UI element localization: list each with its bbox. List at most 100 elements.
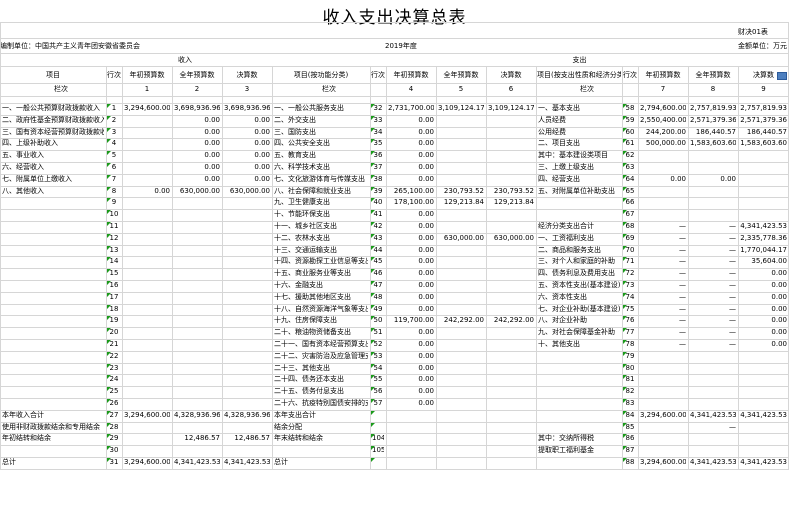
table-cell: 2,757,819.93 xyxy=(690,104,736,112)
table-cell xyxy=(438,446,484,456)
table-cell: 0.00 xyxy=(418,269,434,278)
cell-marker xyxy=(107,375,111,380)
table-cell xyxy=(2,305,104,315)
table-cell xyxy=(224,423,270,433)
table-cell xyxy=(740,399,787,409)
table-cell xyxy=(488,163,534,173)
table-cell: 五、事业收入 xyxy=(2,151,44,160)
cell-marker xyxy=(107,410,111,415)
grid-line xyxy=(172,66,173,469)
table-cell: 七、附属单位上缴收入 xyxy=(2,174,72,183)
table-cell: 630,000.00 xyxy=(443,233,484,242)
table-cell: 七、文化旅游体育与传媒支出 xyxy=(274,174,365,183)
table-cell xyxy=(124,128,170,138)
table-cell: — xyxy=(729,257,736,266)
table-cell xyxy=(488,246,534,256)
table-cell xyxy=(2,328,104,338)
table-cell: 0.00 xyxy=(670,174,686,183)
table-cell xyxy=(224,316,270,326)
cell-marker xyxy=(623,269,627,274)
table-cell xyxy=(438,222,484,232)
table-cell xyxy=(124,364,170,374)
cell-marker xyxy=(371,340,375,344)
table-cell: 4,341,423.53 xyxy=(740,410,787,419)
table-cell: 十、节能环保支出 xyxy=(274,210,330,219)
table-cell xyxy=(640,198,686,208)
table-cell xyxy=(224,269,270,279)
table-cell xyxy=(488,446,534,456)
table-cell xyxy=(174,281,220,291)
column-header: 全年预算数 xyxy=(179,71,215,79)
table-cell xyxy=(388,434,434,444)
table-cell xyxy=(2,293,104,303)
cell-marker xyxy=(107,210,111,215)
table-cell xyxy=(124,151,170,161)
table-cell xyxy=(438,246,484,256)
table-cell xyxy=(224,399,270,409)
table-cell: 1,583,603.60 xyxy=(740,139,787,148)
table-cell xyxy=(224,340,270,350)
table-cell xyxy=(388,411,434,421)
table-cell xyxy=(740,375,787,385)
cell-marker xyxy=(623,222,627,226)
table-cell: 一、一般公共预算财政拨款收入 xyxy=(2,104,100,112)
table-cell: 十一、城乡社区支出 xyxy=(274,222,337,230)
table-cell: 二十、粮油物资储备支出 xyxy=(274,328,351,337)
cell-marker xyxy=(371,269,375,274)
table-cell xyxy=(438,175,484,185)
table-cell: 2,335,778.36 xyxy=(740,233,787,242)
table-cell: 提取职工福利基金 xyxy=(538,446,594,455)
table-cell: 0.00 xyxy=(418,328,434,337)
table-cell xyxy=(174,352,220,362)
table-cell: 六、资本性支出 xyxy=(538,292,587,301)
table-cell: — xyxy=(729,233,736,242)
table-cell xyxy=(538,411,620,421)
table-cell: 二十六、抗疫特别国债安排的支出 xyxy=(274,399,368,407)
table-cell xyxy=(438,139,484,149)
currency-label: 金额单位：万元 xyxy=(738,42,787,50)
cell-marker xyxy=(623,163,627,167)
table-cell xyxy=(174,269,220,279)
column-header: 年初预算数 xyxy=(129,71,165,79)
cell-marker xyxy=(623,434,627,439)
table-cell: 0.00 xyxy=(204,127,220,136)
table-cell: 500,000.00 xyxy=(645,139,686,148)
cell-marker xyxy=(107,328,111,333)
cell-marker xyxy=(107,104,111,108)
grid-line xyxy=(370,66,371,469)
cell-marker xyxy=(107,233,111,238)
table-cell: 4,341,423.53 xyxy=(740,458,787,466)
table-cell xyxy=(124,246,170,256)
table-cell xyxy=(488,257,534,267)
cell-marker xyxy=(371,257,375,262)
table-cell xyxy=(2,352,104,362)
table-cell xyxy=(438,340,484,350)
table-cell: 4,341,423.53 xyxy=(740,222,787,230)
table-cell xyxy=(690,151,736,161)
table-cell: 0.00 xyxy=(418,281,434,289)
table-cell xyxy=(488,423,534,433)
table-cell xyxy=(124,352,170,362)
cell-marker xyxy=(623,127,627,132)
table-cell: 0.00 xyxy=(418,115,434,124)
table-cell: — xyxy=(729,304,736,313)
table-cell: 0.00 xyxy=(418,257,434,266)
table-cell: 2,571,379.36 xyxy=(690,115,736,124)
filter-button[interactable] xyxy=(777,72,787,80)
grid-line xyxy=(638,66,639,469)
column-header: 项目(按支出性质和经济分类) xyxy=(537,71,621,79)
cell-marker xyxy=(107,422,111,427)
cell-marker xyxy=(623,304,627,309)
table-cell xyxy=(124,175,170,185)
table-cell xyxy=(690,364,736,374)
table-cell: 0.00 xyxy=(418,399,434,407)
cell-marker xyxy=(623,351,627,356)
cell-marker xyxy=(371,163,375,167)
table-cell: 十六、金融支出 xyxy=(274,281,323,289)
table-cell xyxy=(174,222,220,232)
grid-line xyxy=(536,66,537,469)
table-cell xyxy=(740,187,787,197)
cell-marker xyxy=(371,198,375,203)
table-cell xyxy=(174,234,220,244)
column-header: 项目 xyxy=(46,71,60,79)
